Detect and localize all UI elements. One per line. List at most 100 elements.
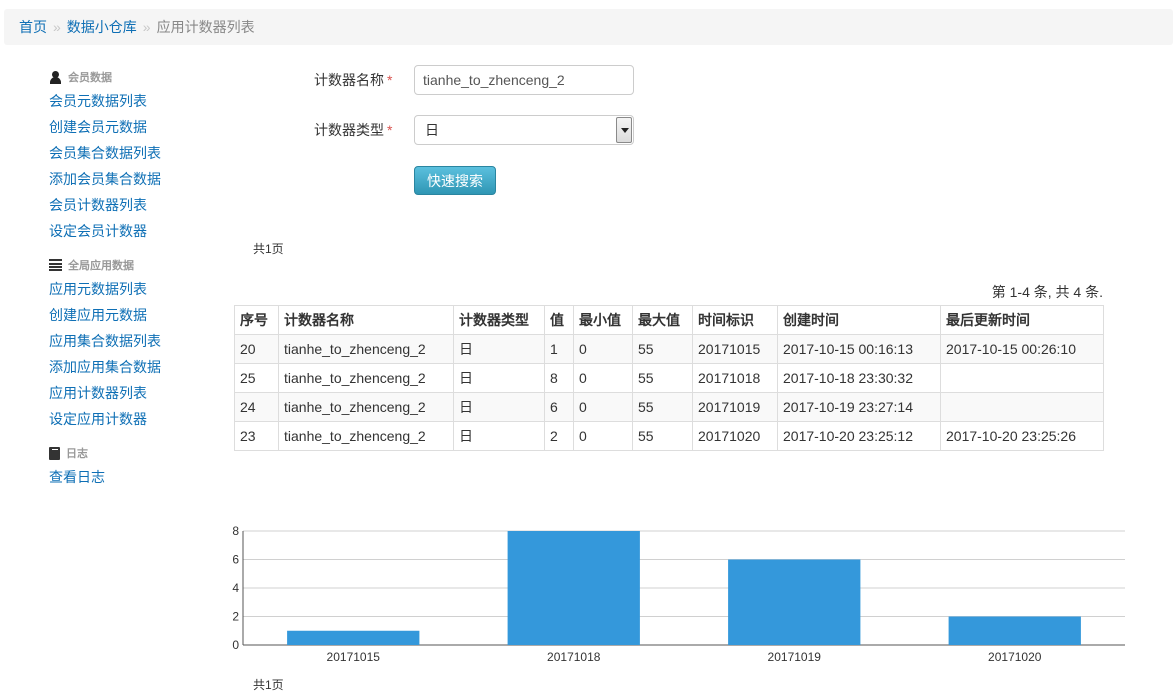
sidebar-group-log: 日志 查看日志 bbox=[49, 442, 229, 490]
cell-id: 20 bbox=[234, 334, 279, 364]
sidebar-item-set-member-counter[interactable]: 设定会员计数器 bbox=[49, 218, 229, 244]
required-mark: * bbox=[387, 122, 393, 138]
sidebar-item-set-app-counter[interactable]: 设定应用计数器 bbox=[49, 406, 229, 432]
counter-table: 序号 计数器名称 计数器类型 值 最小值 最大值 时间标识 创建时间 最后更新时… bbox=[234, 305, 1104, 451]
sidebar-item-member-set-list[interactable]: 会员集合数据列表 bbox=[49, 140, 229, 166]
y-tick-label: 2 bbox=[232, 610, 239, 624]
cell-value: 6 bbox=[544, 392, 574, 422]
bar-20171018 bbox=[507, 531, 640, 645]
cell-name: tianhe_to_zhenceng_2 bbox=[278, 363, 454, 393]
cell-created: 2017-10-18 23:30:32 bbox=[777, 363, 941, 393]
cell-time-tag: 20171020 bbox=[692, 421, 778, 451]
table-header-row: 序号 计数器名称 计数器类型 值 最小值 最大值 时间标识 创建时间 最后更新时… bbox=[234, 305, 1104, 335]
cell-updated: 2017-10-15 00:26:10 bbox=[940, 334, 1104, 364]
cell-updated: 2017-10-20 23:25:26 bbox=[940, 421, 1104, 451]
cell-created: 2017-10-20 23:25:12 bbox=[777, 421, 941, 451]
cell-type: 日 bbox=[453, 392, 545, 422]
y-tick-label: 0 bbox=[232, 638, 239, 652]
cell-time-tag: 20171015 bbox=[692, 334, 778, 364]
y-tick-label: 8 bbox=[232, 524, 239, 538]
y-tick-label: 6 bbox=[232, 553, 239, 567]
sidebar-header-label: 日志 bbox=[66, 448, 88, 460]
table-row: 23 tianhe_to_zhenceng_2 日 2 0 55 2017102… bbox=[234, 421, 1104, 451]
cell-max: 55 bbox=[632, 334, 693, 364]
cell-name: tianhe_to_zhenceng_2 bbox=[278, 334, 454, 364]
col-header-type[interactable]: 计数器类型 bbox=[453, 305, 545, 335]
col-header-max[interactable]: 最大值 bbox=[632, 305, 693, 335]
sidebar-group-app: 全局应用数据 应用元数据列表 创建应用元数据 应用集合数据列表 添加应用集合数据… bbox=[49, 254, 229, 432]
table-row: 24 tianhe_to_zhenceng_2 日 6 0 55 2017101… bbox=[234, 392, 1104, 422]
breadcrumb-separator: » bbox=[142, 19, 151, 35]
cell-type: 日 bbox=[453, 421, 545, 451]
cell-max: 55 bbox=[632, 421, 693, 451]
cell-min: 0 bbox=[573, 334, 633, 364]
counter-type-selected-value: 日 bbox=[425, 122, 439, 138]
chevron-down-icon[interactable] bbox=[616, 117, 632, 143]
list-icon bbox=[49, 258, 62, 272]
cell-created: 2017-10-19 23:27:14 bbox=[777, 392, 941, 422]
sidebar-item-member-meta-list[interactable]: 会员元数据列表 bbox=[49, 88, 229, 114]
counter-name-input[interactable] bbox=[414, 65, 634, 95]
sidebar-header-log: 日志 bbox=[49, 442, 229, 464]
sidebar-item-add-app-set[interactable]: 添加应用集合数据 bbox=[49, 354, 229, 380]
x-tick-label: 20171019 bbox=[768, 650, 822, 664]
cell-name: tianhe_to_zhenceng_2 bbox=[278, 421, 454, 451]
result-summary: 第 1-4 条, 共 4 条. bbox=[991, 284, 1103, 300]
col-header-value[interactable]: 值 bbox=[544, 305, 574, 335]
breadcrumb-section-link[interactable]: 数据小仓库 bbox=[67, 17, 137, 37]
form-row-counter-type: 计数器类型 * 日 bbox=[314, 115, 634, 145]
sidebar-group-member: 会员数据 会员元数据列表 创建会员元数据 会员集合数据列表 添加会员集合数据 会… bbox=[49, 66, 229, 244]
sidebar-item-add-member-set[interactable]: 添加会员集合数据 bbox=[49, 166, 229, 192]
sidebar-item-app-counter-list[interactable]: 应用计数器列表 bbox=[49, 380, 229, 406]
cell-value: 1 bbox=[544, 334, 574, 364]
x-tick-label: 20171018 bbox=[547, 650, 601, 664]
breadcrumb-separator: » bbox=[53, 19, 61, 35]
col-header-time-tag[interactable]: 时间标识 bbox=[692, 305, 778, 335]
col-header-created[interactable]: 创建时间 bbox=[777, 305, 941, 335]
x-tick-label: 20171020 bbox=[988, 650, 1042, 664]
sidebar-item-create-app-meta[interactable]: 创建应用元数据 bbox=[49, 302, 229, 328]
cell-value: 2 bbox=[544, 421, 574, 451]
bar-20171015 bbox=[287, 630, 420, 645]
table-row: 20 tianhe_to_zhenceng_2 日 1 0 55 2017101… bbox=[234, 334, 1104, 364]
counter-name-label: 计数器名称 * bbox=[314, 72, 393, 88]
sidebar: 会员数据 会员元数据列表 创建会员元数据 会员集合数据列表 添加会员集合数据 会… bbox=[49, 66, 229, 500]
counter-type-label: 计数器类型 * bbox=[314, 122, 393, 138]
col-header-updated[interactable]: 最后更新时间 bbox=[940, 305, 1104, 335]
user-icon bbox=[49, 70, 62, 84]
cell-min: 0 bbox=[573, 363, 633, 393]
quick-search-button[interactable]: 快速搜索 bbox=[414, 166, 496, 195]
bar-20171020 bbox=[948, 616, 1081, 645]
sidebar-item-create-member-meta[interactable]: 创建会员元数据 bbox=[49, 114, 229, 140]
cell-type: 日 bbox=[453, 334, 545, 364]
sidebar-header-label: 会员数据 bbox=[68, 72, 112, 84]
cell-name: tianhe_to_zhenceng_2 bbox=[278, 392, 454, 422]
page-count-bottom: 共1页 bbox=[253, 678, 284, 692]
sidebar-header-member: 会员数据 bbox=[49, 66, 229, 88]
counter-bar-chart: 0 2 4 6 8 20171015 20171018 20171019 20171020 bbox=[232, 524, 1125, 664]
cell-time-tag: 20171018 bbox=[692, 363, 778, 393]
cell-min: 0 bbox=[573, 421, 633, 451]
sidebar-item-view-log[interactable]: 查看日志 bbox=[49, 464, 229, 490]
breadcrumb-current: 应用计数器列表 bbox=[156, 19, 255, 35]
cell-id: 23 bbox=[234, 421, 279, 451]
book-icon bbox=[49, 446, 60, 460]
cell-id: 24 bbox=[234, 392, 279, 422]
table-row: 25 tianhe_to_zhenceng_2 日 8 0 55 2017101… bbox=[234, 363, 1104, 393]
cell-max: 55 bbox=[632, 363, 693, 393]
y-tick-label: 4 bbox=[232, 581, 239, 595]
cell-created: 2017-10-15 00:16:13 bbox=[777, 334, 941, 364]
sidebar-header-app: 全局应用数据 bbox=[49, 254, 229, 276]
breadcrumb-home-link[interactable]: 首页 bbox=[19, 17, 47, 37]
col-header-name[interactable]: 计数器名称 bbox=[278, 305, 454, 335]
col-header-min[interactable]: 最小值 bbox=[573, 305, 633, 335]
sidebar-item-app-meta-list[interactable]: 应用元数据列表 bbox=[49, 276, 229, 302]
cell-time-tag: 20171019 bbox=[692, 392, 778, 422]
sidebar-item-app-set-list[interactable]: 应用集合数据列表 bbox=[49, 328, 229, 354]
required-mark: * bbox=[387, 72, 393, 88]
sidebar-item-member-counter-list[interactable]: 会员计数器列表 bbox=[49, 192, 229, 218]
cell-max: 55 bbox=[632, 392, 693, 422]
counter-type-select[interactable]: 日 bbox=[414, 115, 634, 145]
cell-updated bbox=[940, 392, 1104, 422]
col-header-id[interactable]: 序号 bbox=[234, 305, 279, 335]
